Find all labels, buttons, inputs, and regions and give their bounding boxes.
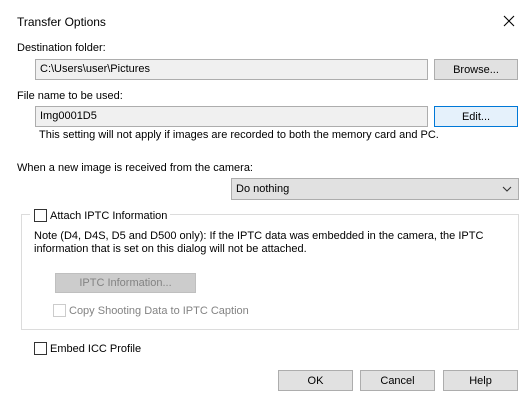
- edit-button[interactable]: Edit...: [434, 106, 518, 127]
- close-icon: [503, 15, 515, 27]
- copy-shooting-data-label: Copy Shooting Data to IPTC Caption: [69, 305, 249, 317]
- attach-iptc-checkbox[interactable]: [34, 209, 47, 222]
- destination-folder-field[interactable]: C:\Users\user\Pictures: [35, 59, 428, 80]
- iptc-information-button[interactable]: IPTC Information...: [55, 273, 196, 293]
- file-name-field[interactable]: Img0001D5: [35, 106, 428, 127]
- window-title: Transfer Options: [17, 15, 106, 29]
- file-name-note: This setting will not apply if images ar…: [39, 129, 439, 141]
- new-image-action-select[interactable]: Do nothing: [231, 178, 519, 200]
- new-image-label: When a new image is received from the ca…: [17, 162, 253, 174]
- embed-icc-label: Embed ICC Profile: [50, 343, 142, 355]
- ok-button[interactable]: OK: [278, 370, 353, 391]
- iptc-note-line1: Note (D4, D4S, D5 and D500 only): If the…: [34, 230, 484, 242]
- browse-button[interactable]: Browse...: [434, 59, 518, 80]
- destination-folder-label: Destination folder:: [17, 42, 106, 54]
- embed-icc-checkbox[interactable]: [34, 342, 47, 355]
- close-button[interactable]: [494, 8, 524, 34]
- attach-iptc-label: Attach IPTC Information: [50, 210, 168, 222]
- file-name-label: File name to be used:: [17, 90, 123, 102]
- help-button[interactable]: Help: [443, 370, 518, 391]
- iptc-note-line2: information that is set on this dialog w…: [34, 243, 307, 255]
- cancel-button[interactable]: Cancel: [360, 370, 435, 391]
- copy-shooting-data-checkbox[interactable]: [53, 304, 66, 317]
- chevron-down-icon: [502, 186, 512, 192]
- new-image-action-value: Do nothing: [236, 183, 290, 195]
